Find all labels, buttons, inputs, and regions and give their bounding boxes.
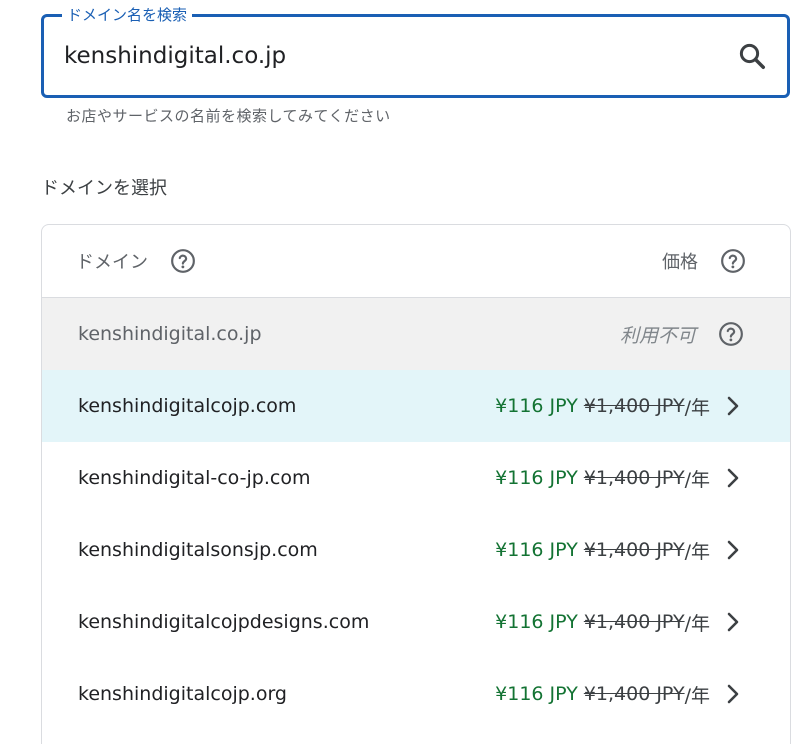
table-row[interactable]: kenshindigitalsonsjp.com ¥116 JPY ¥1,400… bbox=[42, 514, 790, 586]
domain-status: 利用不可 bbox=[620, 321, 744, 348]
sale-price: ¥116 JPY bbox=[495, 467, 578, 489]
chevron-right-icon[interactable] bbox=[722, 681, 744, 707]
domain-name: kenshindigital-co-jp.com bbox=[78, 467, 311, 489]
help-circle-icon[interactable] bbox=[170, 248, 196, 274]
domain-name: kenshindigitalsonsjp.com bbox=[78, 539, 318, 561]
chevron-right-icon[interactable] bbox=[722, 537, 744, 563]
price-period: /年 bbox=[684, 612, 710, 635]
sale-price: ¥116 JPY bbox=[495, 539, 578, 561]
table-row[interactable]: kenshindigital-co-jp.com ¥116 JPY ¥1,400… bbox=[42, 442, 790, 514]
domain-name: kenshindigital.co.jp bbox=[78, 323, 262, 345]
domain-name: kenshindigitalcojp.org bbox=[78, 683, 287, 705]
domain-price: ¥116 JPY ¥1,400 JPY /年 bbox=[495, 681, 744, 708]
price-period: /年 bbox=[684, 396, 710, 419]
domain-price: ¥116 JPY ¥1,400 JPY /年 bbox=[495, 465, 744, 492]
sale-price: ¥116 JPY bbox=[495, 395, 578, 417]
status-label: 利用不可 bbox=[619, 324, 696, 347]
original-price: ¥1,400 JPY bbox=[583, 395, 685, 417]
table-row-unavailable: kenshindigital.co.jp 利用不可 bbox=[42, 298, 790, 370]
sale-price: ¥116 JPY bbox=[495, 683, 578, 705]
domain-price: ¥116 JPY ¥1,400 JPY /年 bbox=[495, 537, 744, 564]
table-row[interactable]: kenshindigitalcojpdesigns.com ¥116 JPY ¥… bbox=[42, 586, 790, 658]
domain-name: kenshindigitalcojp.com bbox=[78, 395, 297, 417]
original-price: ¥1,400 JPY bbox=[583, 611, 685, 633]
search-icon[interactable] bbox=[737, 41, 767, 71]
domain-name: kenshindigitalcojpdesigns.com bbox=[78, 611, 370, 633]
price-period: /年 bbox=[684, 684, 710, 707]
header-price-label: 価格 bbox=[662, 252, 698, 273]
chevron-right-icon[interactable] bbox=[722, 609, 744, 635]
original-price: ¥1,400 JPY bbox=[583, 683, 685, 705]
table-header: ドメイン 価格 bbox=[42, 225, 790, 298]
header-domain: ドメイン bbox=[76, 248, 662, 274]
price-period: /年 bbox=[684, 540, 710, 563]
domain-price: ¥116 JPY ¥1,400 JPY /年 bbox=[495, 393, 744, 420]
original-price: ¥1,400 JPY bbox=[583, 539, 685, 561]
domain-search-input[interactable] bbox=[64, 39, 704, 73]
sale-price: ¥116 JPY bbox=[495, 611, 578, 633]
search-hint: お店やサービスの名前を検索してみてください bbox=[66, 107, 391, 125]
table-row[interactable]: kenshindigitalcojp.com ¥116 JPY ¥1,400 J… bbox=[42, 370, 790, 442]
price-period: /年 bbox=[684, 468, 710, 491]
domain-table: ドメイン 価格 kenshindigital.co.jp 利用不可 kenshi… bbox=[41, 224, 791, 744]
domain-price: ¥116 JPY ¥1,400 JPY /年 bbox=[495, 609, 744, 636]
chevron-right-icon[interactable] bbox=[722, 393, 744, 419]
header-price: 価格 bbox=[662, 248, 746, 274]
table-row[interactable]: kenshindigitalcojp.org ¥116 JPY ¥1,400 J… bbox=[42, 658, 790, 730]
help-circle-icon[interactable] bbox=[718, 321, 744, 347]
search-legend: ドメイン名を検索 bbox=[62, 7, 193, 23]
section-title: ドメインを選択 bbox=[41, 178, 167, 199]
original-price: ¥1,400 JPY bbox=[583, 467, 685, 489]
help-circle-icon[interactable] bbox=[720, 248, 746, 274]
domain-search-box[interactable]: ドメイン名を検索 bbox=[41, 7, 790, 98]
chevron-right-icon[interactable] bbox=[722, 465, 744, 491]
header-domain-label: ドメイン bbox=[76, 252, 148, 273]
